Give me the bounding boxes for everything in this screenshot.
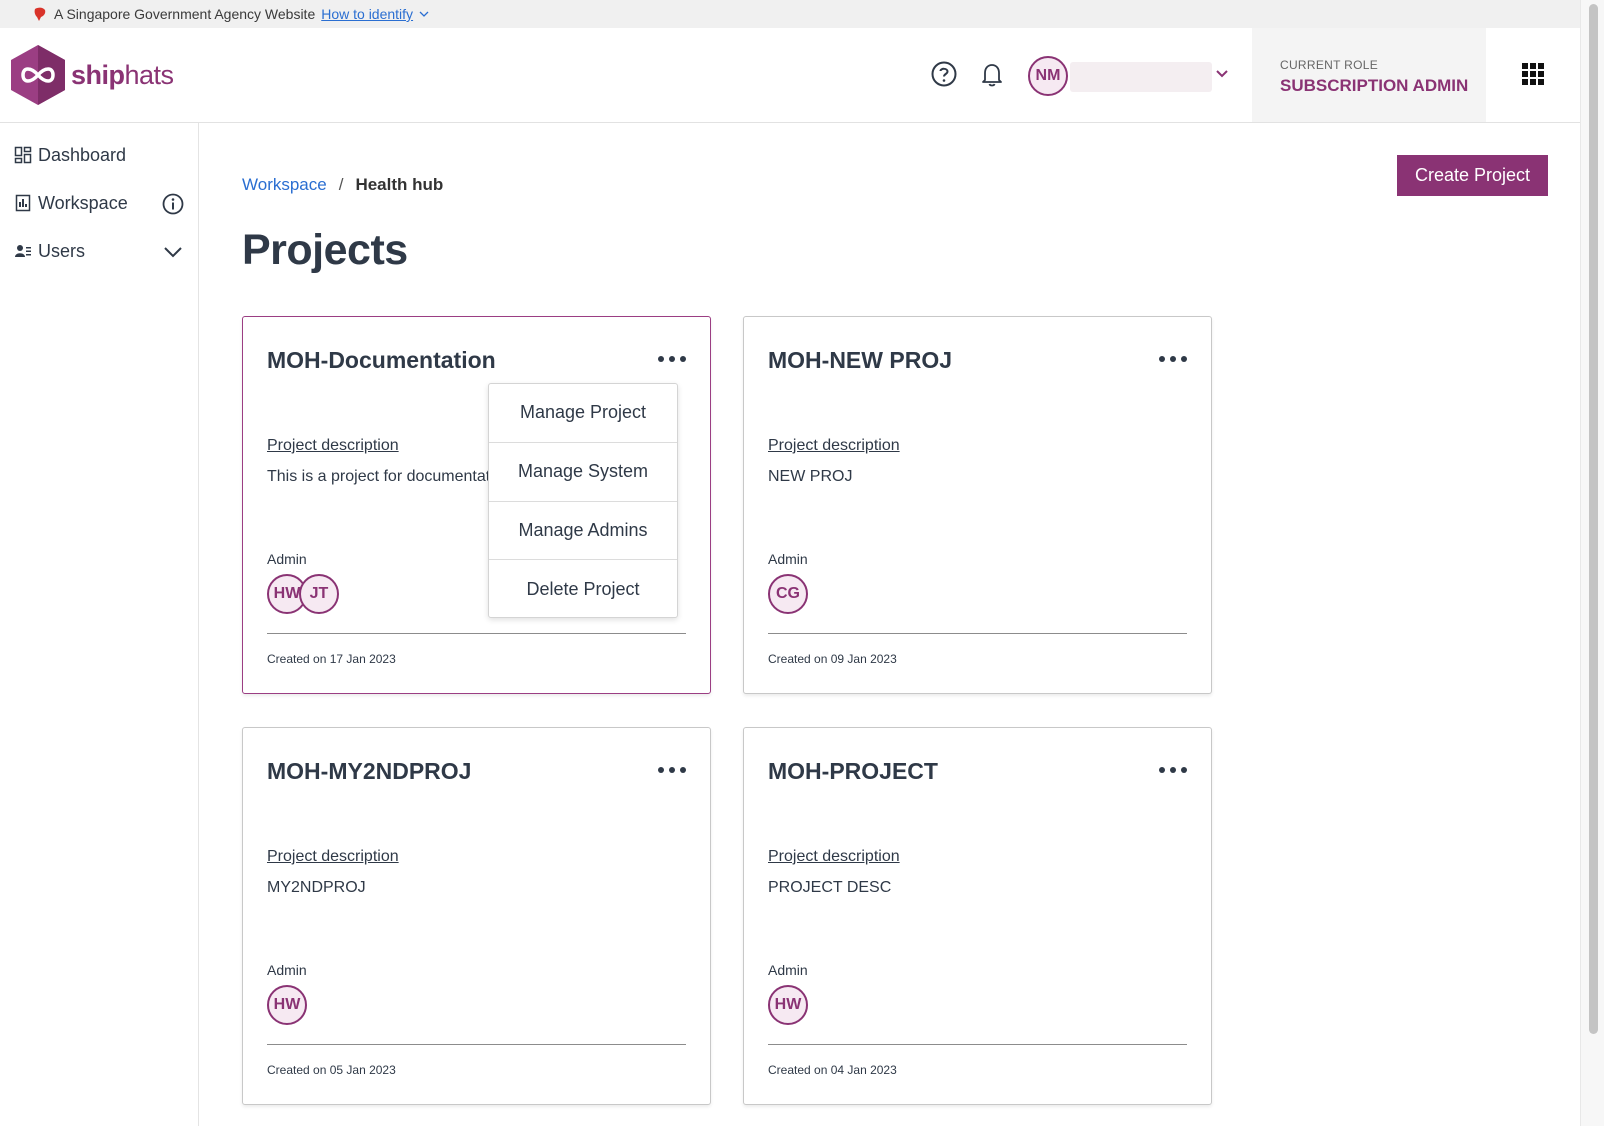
project-description: MY2NDPROJ [267,879,366,896]
lion-head-icon [34,7,46,21]
current-role-label: CURRENT ROLE [1280,58,1379,72]
project-options-menu: Manage Project Manage System Manage Admi… [488,383,678,618]
created-date: Created on 09 Jan 2023 [768,652,897,666]
menu-item-manage-admins[interactable]: Manage Admins [489,502,677,561]
user-name-redacted[interactable] [1070,62,1212,92]
project-description-label: Project description [267,437,399,454]
info-icon[interactable] [162,193,184,215]
sidebar: Dashboard Workspace Users [0,123,199,1126]
created-date: Created on 17 Jan 2023 [267,652,396,666]
current-role-panel[interactable]: CURRENT ROLE SUBSCRIPTION ADMIN [1252,28,1486,122]
more-options-icon[interactable] [1159,764,1187,776]
shiphats-logo-icon [11,45,65,105]
project-description-label: Project description [768,848,900,865]
chevron-down-icon[interactable] [162,241,184,263]
dashboard-icon [14,146,32,164]
main-content: Workspace / Health hub Create Project Pr… [199,123,1580,1126]
project-description: NEW PROJ [768,468,853,485]
created-date: Created on 04 Jan 2023 [768,1063,897,1077]
project-card[interactable]: MOH-MY2NDPROJ Project description MY2NDP… [242,727,711,1105]
project-name[interactable]: MOH-MY2NDPROJ [267,758,471,785]
card-divider [267,1044,686,1045]
created-date: Created on 05 Jan 2023 [267,1063,396,1077]
sidebar-item-dashboard[interactable]: Dashboard [0,131,198,179]
project-description: This is a project for documentation [267,468,512,485]
menu-item-manage-project[interactable]: Manage Project [489,384,677,443]
chevron-down-icon[interactable] [419,9,429,19]
sidebar-item-label: Dashboard [38,144,127,165]
project-description: PROJECT DESC [768,879,892,896]
project-description-label: Project description [267,848,399,865]
menu-item-delete-project[interactable]: Delete Project [489,560,677,619]
scrollbar-thumb[interactable] [1589,4,1598,1034]
sidebar-item-workspace[interactable]: Workspace [0,179,198,227]
more-options-icon[interactable] [658,764,686,776]
project-name[interactable]: MOH-Documentation [267,347,496,374]
sidebar-item-label: Users [38,240,86,261]
card-divider [768,1044,1187,1045]
admin-label: Admin [267,551,307,567]
breadcrumb-current: Health hub [355,175,444,194]
admin-label: Admin [768,962,808,978]
building-icon [15,194,31,212]
admin-avatars: HW JT [267,574,339,614]
project-card[interactable]: MOH-NEW PROJ Project description NEW PRO… [743,316,1212,694]
admin-avatar[interactable]: JT [299,574,339,614]
shiphats-logo[interactable]: shiphats [9,44,174,106]
project-description-label: Project description [768,437,900,454]
current-role-value: SUBSCRIPTION ADMIN [1280,76,1469,95]
how-to-identify-link[interactable]: How to identify [321,6,413,22]
app-header: shiphats NM CURRENT ROLE SUBSCRIPTION AD… [0,28,1580,123]
project-card[interactable]: MOH-Documentation Project description Th… [242,316,711,694]
user-avatar[interactable]: NM [1028,56,1068,96]
apps-grid-icon[interactable] [1521,62,1545,86]
create-project-button[interactable]: Create Project [1397,155,1548,196]
page-title: Projects [242,226,408,274]
project-name[interactable]: MOH-NEW PROJ [768,347,952,374]
gov-banner: A Singapore Government Agency Website Ho… [0,0,1580,28]
page-scrollbar[interactable] [1580,0,1604,1126]
admin-label: Admin [267,962,307,978]
help-icon[interactable] [930,60,958,88]
sidebar-item-label: Workspace [38,192,128,213]
breadcrumb-workspace-link[interactable]: Workspace [242,175,327,195]
admin-avatars: HW [267,985,307,1025]
admin-avatar[interactable]: HW [267,985,307,1025]
admin-avatars: HW [768,985,808,1025]
project-name[interactable]: MOH-PROJECT [768,758,938,785]
breadcrumb-separator: / [338,175,344,194]
project-card[interactable]: MOH-PROJECT Project description PROJECT … [743,727,1212,1105]
more-options-icon[interactable] [658,353,686,365]
card-divider [267,633,686,634]
admin-avatar[interactable]: HW [768,985,808,1025]
users-icon [15,245,31,257]
admin-avatar[interactable]: CG [768,574,808,614]
gov-banner-text: A Singapore Government Agency Website [54,6,316,22]
menu-item-manage-system[interactable]: Manage System [489,443,677,502]
chevron-down-icon[interactable] [1214,66,1230,82]
admin-label: Admin [768,551,808,567]
breadcrumb: Workspace / Health hub [242,175,443,195]
bell-icon[interactable] [978,60,1006,88]
sidebar-item-users[interactable]: Users [0,227,198,275]
logo-text: shiphats [71,59,174,90]
more-options-icon[interactable] [1159,353,1187,365]
admin-avatars: CG [768,574,808,614]
card-divider [768,633,1187,634]
